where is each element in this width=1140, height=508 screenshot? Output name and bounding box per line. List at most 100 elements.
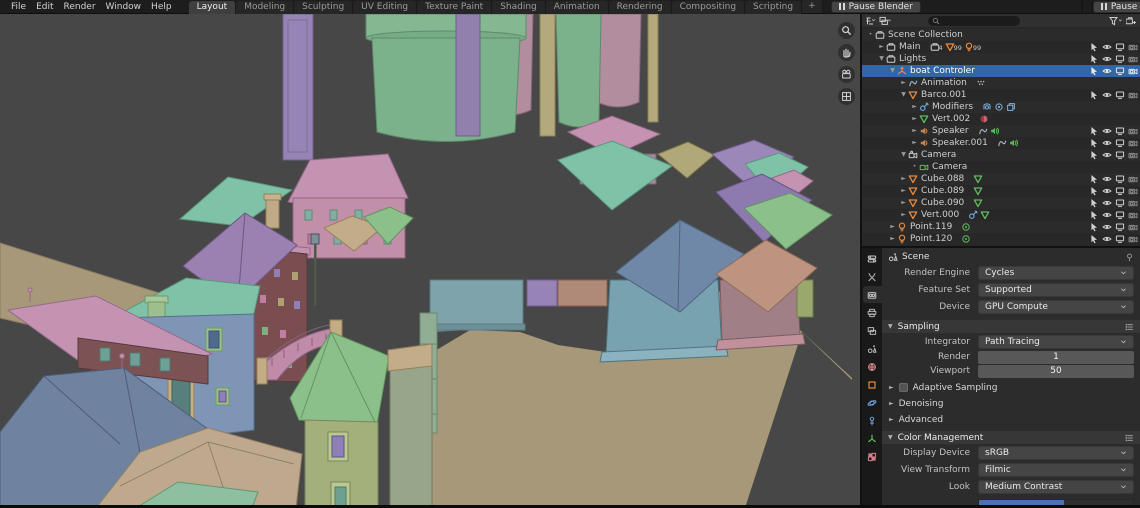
pin-icon[interactable] xyxy=(1125,253,1134,262)
outliner-row-main[interactable]: ►Main49999 xyxy=(862,41,1140,53)
expand-arrow[interactable]: ► xyxy=(888,221,897,233)
outliner-row-lights[interactable]: ▼Lights xyxy=(862,53,1140,65)
selectable-toggle[interactable] xyxy=(1089,186,1099,196)
properties-tab-physics[interactable] xyxy=(863,394,882,411)
outliner-row-animation[interactable]: ►Animation xyxy=(862,77,1140,89)
scene-browse-button[interactable] xyxy=(1082,2,1083,12)
menu-window[interactable]: Window xyxy=(101,0,147,14)
outliner-row-speaker-001[interactable]: ►Speaker.001 xyxy=(862,137,1140,149)
expand-arrow[interactable]: ► xyxy=(910,137,919,149)
menu-help[interactable]: Help xyxy=(146,0,177,14)
outliner-row-vert-000[interactable]: ►Vert.000 xyxy=(862,209,1140,221)
disable-viewport-toggle[interactable] xyxy=(1115,42,1125,52)
workspace-tab-animation[interactable]: Animation xyxy=(546,1,609,14)
workspace-tab-modeling[interactable]: Modeling xyxy=(236,1,294,14)
display-mode-dropdown[interactable] xyxy=(879,16,891,26)
properties-tab-output[interactable] xyxy=(863,304,882,321)
3d-scene[interactable] xyxy=(0,14,860,508)
selectable-toggle[interactable] xyxy=(1089,54,1099,64)
collapse-arrow[interactable]: ▼ xyxy=(888,65,897,77)
disable-viewport-toggle[interactable] xyxy=(1115,198,1125,208)
properties-tab-constraints[interactable] xyxy=(863,412,882,429)
expand-arrow[interactable]: ► xyxy=(910,125,919,137)
hide-toggle[interactable] xyxy=(1102,150,1112,160)
expand-arrow[interactable]: ► xyxy=(899,209,908,221)
workspace-tab-shading[interactable]: Shading xyxy=(492,1,546,14)
outliner-row-speaker[interactable]: ►Speaker xyxy=(862,125,1140,137)
menu-render[interactable]: Render xyxy=(59,0,101,14)
properties-tab-world[interactable] xyxy=(863,358,882,375)
properties-editor-selector[interactable] xyxy=(863,250,882,267)
properties-tab-object[interactable] xyxy=(863,376,882,393)
disable-render-toggle[interactable] xyxy=(1128,54,1138,64)
disable-render-toggle[interactable] xyxy=(1128,222,1138,232)
expand-arrow[interactable]: ► xyxy=(910,113,919,125)
add-workspace-button[interactable]: + xyxy=(802,0,823,13)
disable-render-toggle[interactable] xyxy=(1128,198,1138,208)
workspace-tab-sculpting[interactable]: Sculpting xyxy=(294,1,353,14)
expand-arrow[interactable]: ► xyxy=(910,101,919,113)
disable-viewport-toggle[interactable] xyxy=(1115,234,1125,244)
expand-arrow[interactable]: ► xyxy=(899,197,908,209)
workspace-tab-layout[interactable]: Layout xyxy=(189,1,237,14)
disable-viewport-toggle[interactable] xyxy=(1115,66,1125,76)
outliner-row-cube-090[interactable]: ►Cube.090 xyxy=(862,197,1140,209)
disable-render-toggle[interactable] xyxy=(1128,174,1138,184)
disable-viewport-toggle[interactable] xyxy=(1115,126,1125,136)
feature-set-dropdown[interactable]: Supported xyxy=(978,283,1134,297)
disable-render-toggle[interactable] xyxy=(1128,150,1138,160)
disable-viewport-toggle[interactable] xyxy=(1115,138,1125,148)
outliner-row-scene-collection[interactable]: •Scene Collection xyxy=(862,29,1140,41)
adaptive-sampling-checkbox[interactable] xyxy=(899,383,908,392)
viewport-number-field[interactable]: 50 xyxy=(978,365,1134,378)
expand-arrow[interactable]: ► xyxy=(899,77,908,89)
selectable-toggle[interactable] xyxy=(1089,126,1099,136)
menu-edit[interactable]: Edit xyxy=(31,0,58,14)
selectable-toggle[interactable] xyxy=(1089,90,1099,100)
selectable-toggle[interactable] xyxy=(1089,210,1099,220)
workspace-tab-texture-paint[interactable]: Texture Paint xyxy=(417,1,492,14)
outliner-row-point-119[interactable]: ►Point.119 xyxy=(862,221,1140,233)
hide-toggle[interactable] xyxy=(1102,126,1112,136)
disable-render-toggle[interactable] xyxy=(1128,66,1138,76)
hide-toggle[interactable] xyxy=(1102,174,1112,184)
panel-header-denoising[interactable]: ►Denoising xyxy=(882,397,1140,410)
hide-toggle[interactable] xyxy=(1102,42,1112,52)
pan-gizmo-button[interactable] xyxy=(838,44,855,61)
disable-viewport-toggle[interactable] xyxy=(1115,210,1125,220)
disable-viewport-toggle[interactable] xyxy=(1115,186,1125,196)
properties-tab-viewlayer[interactable] xyxy=(863,322,882,339)
properties-tab-tool[interactable] xyxy=(863,268,882,285)
properties-tab-data[interactable] xyxy=(863,430,882,447)
outliner-editor-icon[interactable] xyxy=(865,16,876,26)
expand-arrow[interactable]: ► xyxy=(888,233,897,245)
selectable-toggle[interactable] xyxy=(1089,150,1099,160)
disable-render-toggle[interactable] xyxy=(1128,42,1138,52)
render-engine-dropdown[interactable]: Cycles xyxy=(978,266,1134,280)
disable-render-toggle[interactable] xyxy=(1128,210,1138,220)
disable-viewport-toggle[interactable] xyxy=(1115,150,1125,160)
look-dropdown[interactable]: Medium Contrast xyxy=(978,480,1134,494)
presets-icon[interactable] xyxy=(1124,433,1134,443)
disable-viewport-toggle[interactable] xyxy=(1115,174,1125,184)
presets-icon[interactable] xyxy=(1124,322,1134,332)
hide-toggle[interactable] xyxy=(1102,234,1112,244)
outliner-row-barco-001[interactable]: ▼Barco.001 xyxy=(862,89,1140,101)
outliner-row-point-120[interactable]: ►Point.120 xyxy=(862,233,1140,245)
expand-arrow[interactable]: ► xyxy=(899,173,908,185)
integrator-dropdown[interactable]: Path Tracing xyxy=(978,335,1134,349)
workspace-tab-rendering[interactable]: Rendering xyxy=(609,1,672,14)
disable-render-toggle[interactable] xyxy=(1128,90,1138,100)
expand-arrow[interactable]: ► xyxy=(877,41,886,53)
hide-toggle[interactable] xyxy=(1102,54,1112,64)
hide-toggle[interactable] xyxy=(1102,66,1112,76)
hide-toggle[interactable] xyxy=(1102,198,1112,208)
panel-header-color-management[interactable]: ▼ Color Management xyxy=(882,431,1140,444)
collapse-arrow[interactable]: ▼ xyxy=(877,53,886,65)
properties-tab-scene[interactable] xyxy=(863,340,882,357)
new-collection-button[interactable] xyxy=(1126,16,1137,26)
scene-selector[interactable]: Scene ✕ xyxy=(1081,1,1083,13)
outliner-row-cube-089[interactable]: ►Cube.089 xyxy=(862,185,1140,197)
outliner-row-vert-002[interactable]: ►Vert.002 xyxy=(862,113,1140,125)
disable-render-toggle[interactable] xyxy=(1128,138,1138,148)
